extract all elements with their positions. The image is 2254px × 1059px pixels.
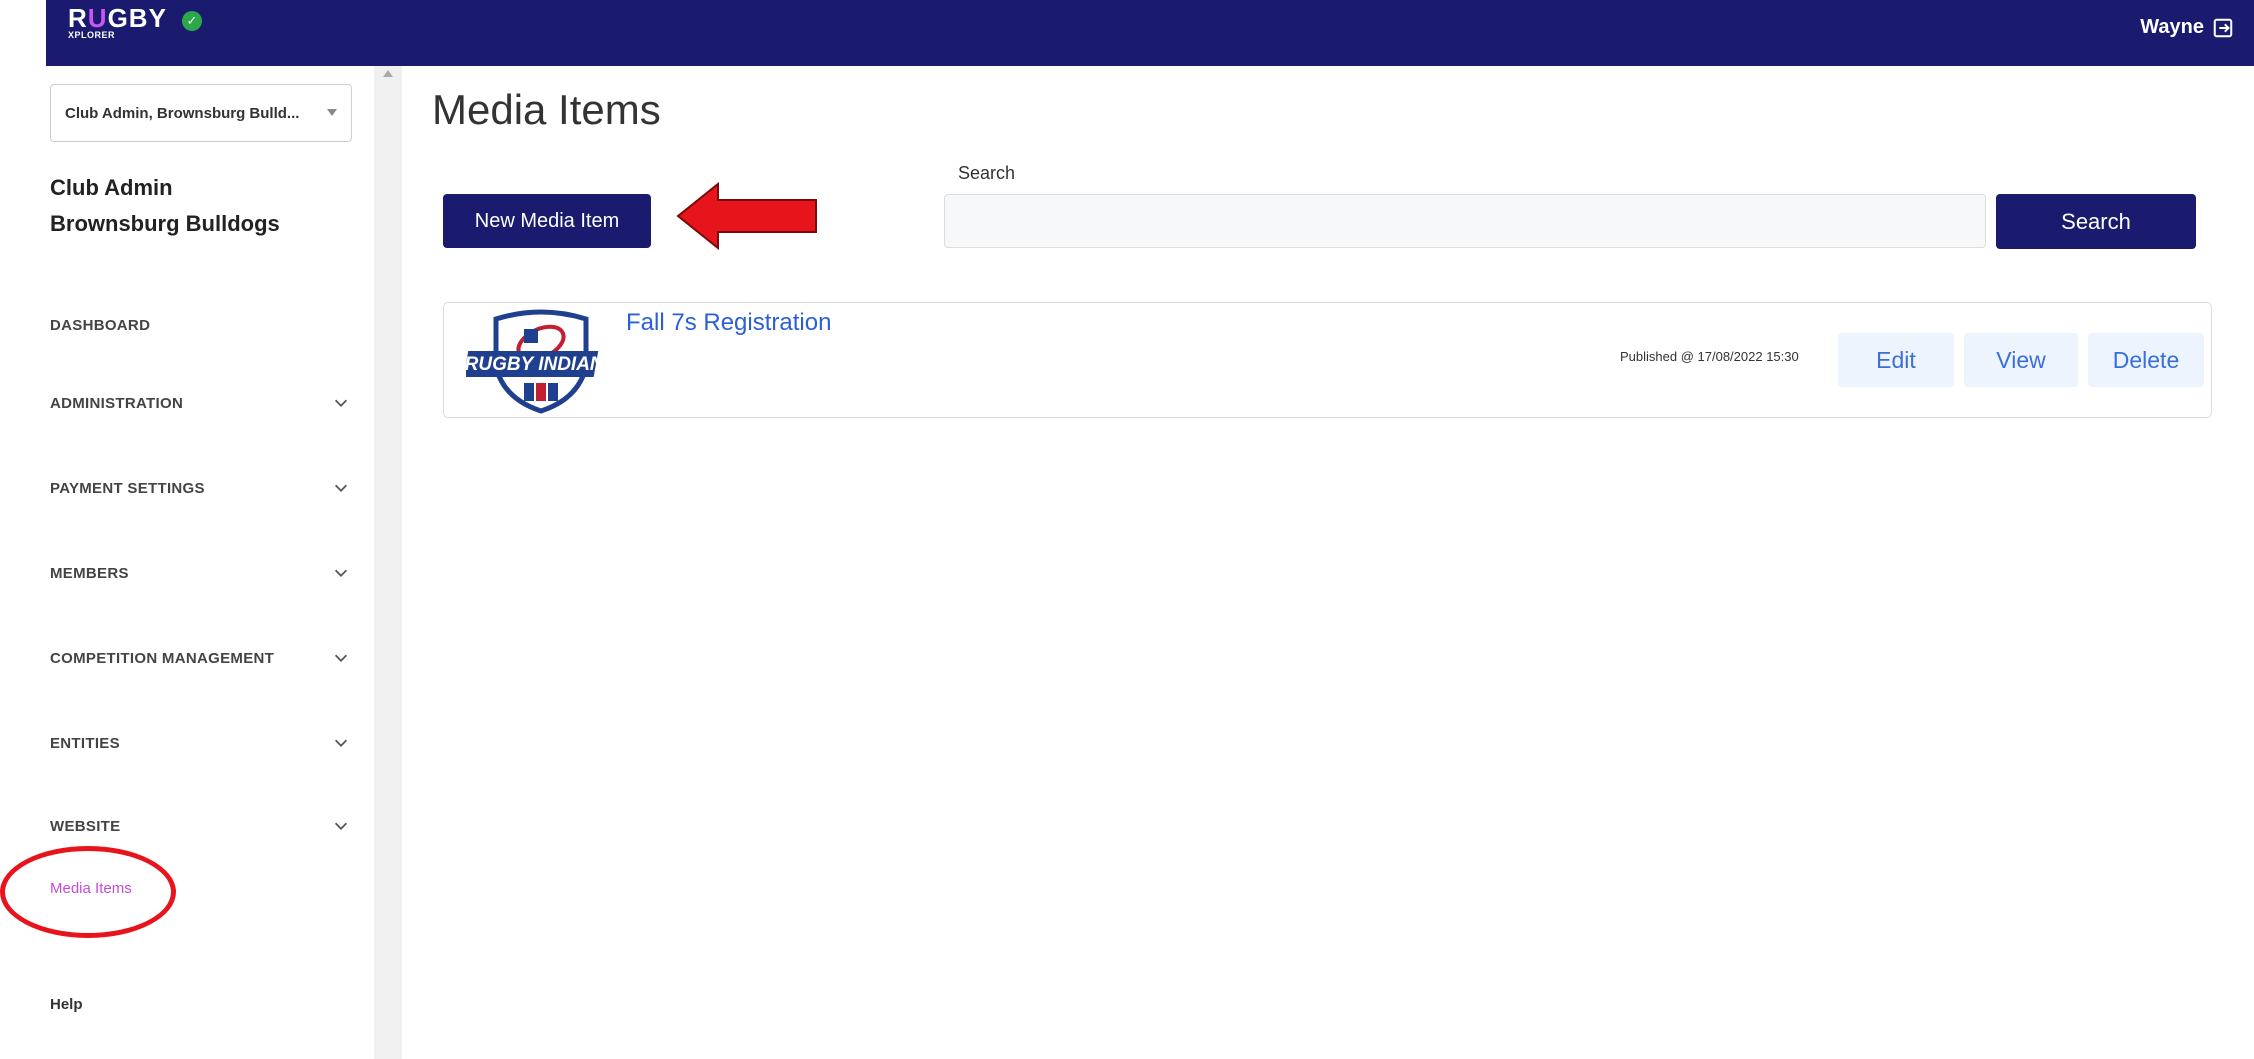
nav-entities[interactable]: ENTITIES (50, 728, 350, 758)
search-input[interactable] (944, 194, 1986, 248)
verified-check-icon: ✓ (182, 11, 202, 31)
search-button[interactable]: Search (1996, 194, 2196, 249)
view-button[interactable]: View (1964, 333, 2078, 387)
rugby-indiana-shield-icon: RUGBY INDIANA (463, 309, 617, 414)
chevron-down-icon (334, 654, 348, 662)
logout-icon[interactable] (2212, 17, 2234, 39)
nav-help[interactable]: Help (50, 996, 83, 1013)
nav-payment-settings[interactable]: PAYMENT SETTINGS (50, 473, 350, 503)
caret-down-icon (327, 109, 337, 116)
club-role-select[interactable]: Club Admin, Brownsburg Bulld... (50, 84, 352, 142)
media-item-title-link[interactable]: Fall 7s Registration (626, 309, 831, 337)
chevron-down-icon (334, 822, 348, 830)
nav-dashboard[interactable]: DASHBOARD (50, 310, 350, 340)
chevron-down-icon (334, 739, 348, 747)
nav-label: ADMINISTRATION (50, 394, 184, 412)
edit-button[interactable]: Edit (1838, 333, 1954, 387)
annotation-circle (0, 846, 176, 938)
delete-button[interactable]: Delete (2088, 333, 2204, 387)
chevron-down-icon (334, 569, 348, 577)
media-item-card: RUGBY INDIANA Fall 7s Registration Publi… (443, 302, 2212, 418)
top-bar: RUGBY XPLORER ✓ Wayne (46, 0, 2254, 66)
new-media-item-button[interactable]: New Media Item (443, 194, 651, 248)
club-name: Brownsburg Bulldogs (50, 211, 280, 236)
nav-website[interactable]: WEBSITE (50, 811, 350, 841)
nav-label: PAYMENT SETTINGS (50, 479, 205, 497)
search-label: Search (958, 163, 1016, 183)
club-role-select-value: Club Admin, Brownsburg Bulld... (65, 104, 300, 122)
chevron-down-icon (334, 399, 348, 407)
logo-wordmark: RUGBY (68, 3, 167, 33)
nav-label: WEBSITE (50, 817, 121, 835)
media-item-thumbnail: RUGBY INDIANA (463, 307, 617, 415)
annotation-arrow-icon (676, 181, 817, 251)
nav-label: COMPETITION MANAGEMENT (50, 649, 275, 667)
chevron-down-icon (334, 484, 348, 492)
nav-label: DASHBOARD (50, 316, 151, 334)
nav-competition-management[interactable]: COMPETITION MANAGEMENT (50, 643, 350, 673)
role-title: Club Admin (50, 175, 173, 200)
page-title: Media Items (432, 86, 661, 133)
user-menu[interactable]: Wayne (2140, 16, 2234, 39)
rugby-xplorer-logo[interactable]: RUGBY XPLORER ✓ (68, 3, 202, 40)
nav-label: MEMBERS (50, 564, 129, 582)
nav-administration[interactable]: ADMINISTRATION (50, 388, 350, 418)
user-name: Wayne (2140, 16, 2204, 38)
nav-members[interactable]: MEMBERS (50, 558, 350, 588)
nav-label: ENTITIES (50, 734, 120, 752)
sidebar-scrollbar[interactable] (374, 66, 402, 1059)
thumbnail-text: RUGBY INDIANA (466, 354, 616, 375)
published-timestamp: Published @ 17/08/2022 15:30 (1620, 349, 1799, 364)
scroll-up-arrow-icon[interactable] (383, 70, 393, 77)
